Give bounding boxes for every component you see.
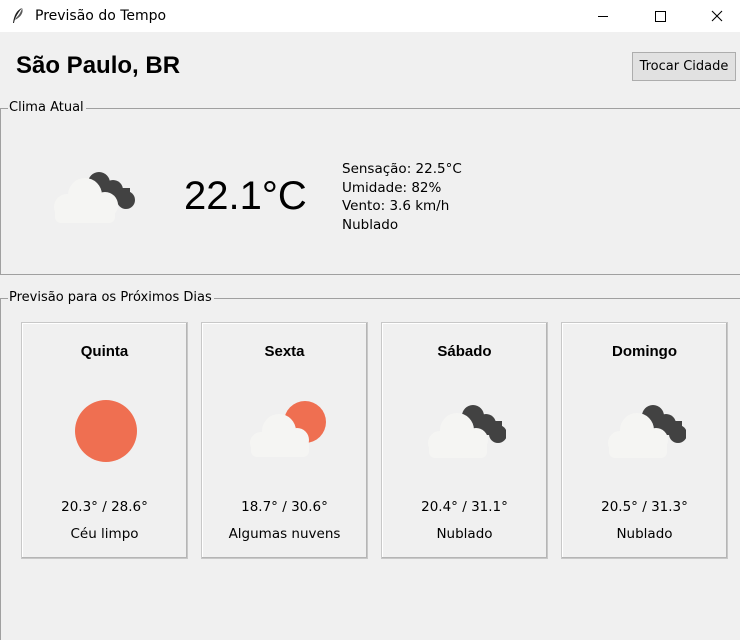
partly-cloudy-icon: [250, 401, 326, 457]
forecast-range: 20.5° / 31.3°: [601, 499, 688, 515]
city-name: São Paulo, BR: [16, 52, 181, 79]
close-icon: [711, 10, 723, 22]
forecast-desc: Algumas nuvens: [228, 526, 341, 542]
forecast-desc: Nublado: [436, 526, 493, 542]
minimize-button[interactable]: [580, 0, 626, 32]
forecast-day: Domingo: [612, 343, 677, 360]
forecast-day: Sexta: [264, 343, 305, 360]
change-city-button[interactable]: Trocar Cidade: [632, 52, 736, 81]
forecast-range: 20.3° / 28.6°: [61, 499, 148, 515]
forecast-day: Quinta: [80, 343, 129, 360]
current-weather-label: Clima Atual: [8, 100, 86, 115]
cloudy-icon: [608, 405, 686, 458]
forecast-desc: Nublado: [616, 526, 673, 542]
sun-icon: [75, 400, 137, 462]
forecast-day: Sábado: [437, 343, 492, 360]
cloudy-icon: [428, 405, 506, 458]
maximize-button[interactable]: [637, 0, 683, 32]
current-temperature: 22.1°C: [184, 174, 307, 218]
forecast-desc: Céu limpo: [70, 526, 139, 542]
window-title: Previsão do Tempo: [35, 8, 167, 24]
feather-icon: [13, 8, 23, 23]
forecast-label: Previsão para os Próximos Dias: [8, 290, 214, 305]
forecast-card-sexta: Sexta 18.7° / 30.6° Algumas nuvens: [201, 322, 368, 559]
forecast-card-domingo: Domingo 20.5° / 31.3° Nublado: [561, 322, 728, 559]
humidity-text: Umidade: 82%: [342, 179, 442, 196]
condition-text: Nublado: [342, 216, 399, 233]
forecast-range: 20.4° / 31.1°: [421, 499, 508, 515]
current-details: Sensação: 22.5°C Umidade: 82% Vento: 3.6…: [342, 160, 462, 234]
forecast-card-sabado: Sábado 20.4° / 31.1° Nublado: [381, 322, 548, 559]
minimize-icon: [598, 16, 608, 17]
feels-like-text: Sensação: 22.5°C: [342, 161, 462, 177]
wind-text: Vento: 3.6 km/h: [342, 198, 450, 214]
maximize-icon: [655, 11, 666, 22]
cloudy-icon: [54, 172, 135, 223]
forecast-card-quinta: Quinta 20.3° / 28.6° Céu limpo: [21, 322, 188, 559]
close-button[interactable]: [694, 0, 740, 32]
title-bar: Previsão do Tempo: [0, 0, 740, 32]
forecast-range: 18.7° / 30.6°: [241, 499, 328, 515]
